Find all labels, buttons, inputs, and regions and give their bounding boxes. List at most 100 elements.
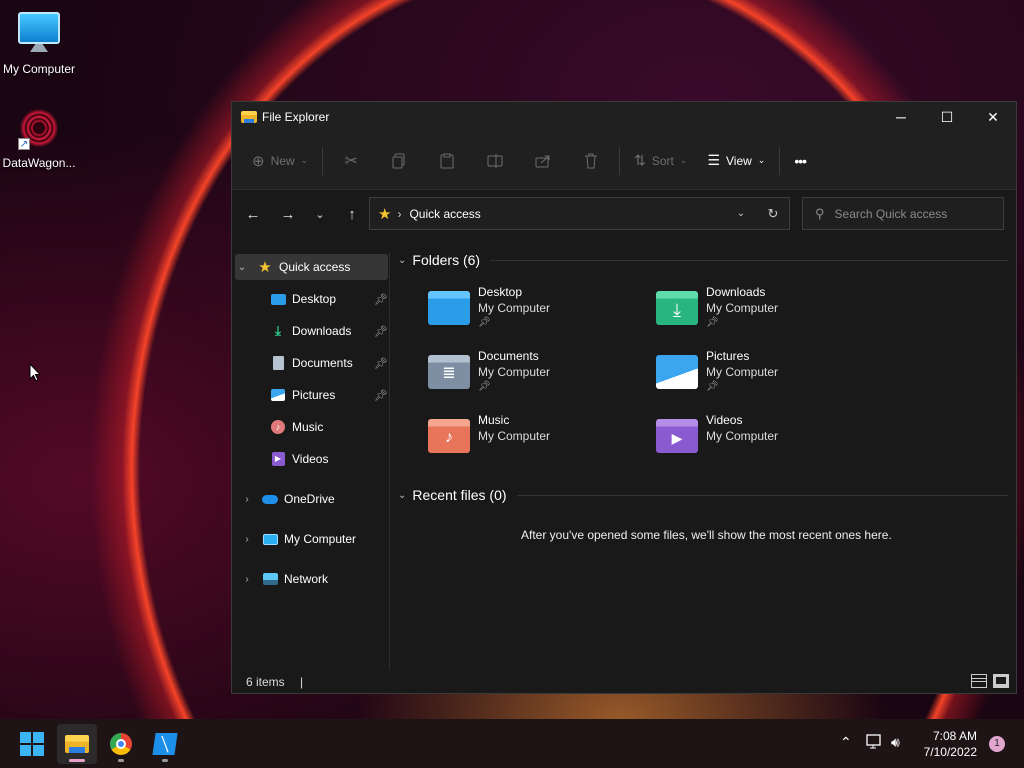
pin-icon: 📌︎ bbox=[706, 317, 719, 328]
sort-button[interactable]: ⇅ Sort ⌄ bbox=[624, 145, 697, 177]
pin-icon[interactable]: 📌︎ bbox=[374, 325, 388, 338]
chevron-down-icon: ⌄ bbox=[757, 155, 766, 165]
collapse-chevron-icon[interactable]: ⌄ bbox=[398, 490, 406, 501]
start-button[interactable] bbox=[12, 724, 52, 764]
collapse-chevron-icon[interactable]: ⌄ bbox=[398, 255, 406, 266]
network-status-icon[interactable] bbox=[866, 734, 884, 753]
collapse-chevron-icon[interactable]: ⌄ bbox=[235, 262, 249, 273]
view-label: View bbox=[726, 153, 752, 168]
folder-tile-videos[interactable]: ▶ Videos My Computer bbox=[656, 413, 876, 469]
chevron-down-icon: ⌄ bbox=[679, 155, 688, 165]
music-folder-icon: ♪ bbox=[428, 419, 470, 453]
sidebar-item-label: OneDrive bbox=[284, 492, 335, 506]
clock[interactable]: 7:08 AM 7/10/2022 bbox=[924, 728, 977, 760]
more-options-button[interactable]: ••• bbox=[784, 145, 816, 177]
sidebar-item-label: Documents bbox=[292, 356, 353, 370]
sidebar-item-quick-access[interactable]: ⌄ ★ Quick access bbox=[235, 254, 388, 280]
sidebar-item-my-computer[interactable]: › My Computer bbox=[240, 526, 388, 552]
sidebar-item-pictures[interactable]: Pictures 📌︎ bbox=[270, 382, 388, 408]
recent-files-section-header[interactable]: ⌄ Recent files (0) bbox=[398, 487, 1008, 503]
running-indicator bbox=[69, 759, 85, 762]
recent-files-empty-message: After you've opened some files, we'll sh… bbox=[521, 528, 892, 542]
desktop-icon-my-computer[interactable]: My Computer bbox=[0, 10, 78, 76]
divider bbox=[322, 146, 324, 175]
sidebar-item-onedrive[interactable]: › OneDrive bbox=[240, 486, 388, 512]
folder-location: My Computer bbox=[478, 365, 551, 379]
sort-label: Sort bbox=[651, 153, 674, 168]
folder-name: Pictures bbox=[706, 349, 750, 363]
share-button[interactable] bbox=[519, 145, 567, 177]
search-placeholder[interactable]: Search Quick access bbox=[835, 207, 948, 221]
minimize-button[interactable]: ─ bbox=[878, 102, 924, 132]
pin-icon[interactable]: 📌︎ bbox=[374, 389, 388, 402]
sidebar-item-label: Pictures bbox=[292, 388, 336, 402]
sidebar-item-label: Desktop bbox=[292, 292, 337, 306]
details-view-icon[interactable] bbox=[971, 674, 987, 688]
refresh-icon[interactable]: ↻ bbox=[757, 206, 789, 222]
taskbar-chrome[interactable] bbox=[101, 724, 141, 764]
search-box[interactable]: ⚲ Search Quick access bbox=[802, 197, 1004, 230]
documents-folder-icon: ≣ bbox=[428, 355, 470, 389]
folder-tile-documents[interactable]: ≣ Documents My Computer 📌︎ bbox=[428, 349, 648, 405]
sidebar-item-music[interactable]: ♪ Music bbox=[270, 414, 388, 440]
running-indicator bbox=[118, 759, 124, 762]
folders-section-header[interactable]: ⌄ Folders (6) bbox=[398, 252, 1008, 268]
cut-button[interactable]: ✂ bbox=[327, 145, 375, 177]
address-bar[interactable]: ★ › Quick access ⌄ ↻ bbox=[369, 197, 790, 230]
sidebar-item-downloads[interactable]: ⤓ Downloads 📌︎ bbox=[270, 318, 388, 344]
pin-icon: 📌︎ bbox=[706, 381, 719, 392]
desktop-icon bbox=[270, 291, 286, 307]
status-divider: | bbox=[300, 675, 304, 689]
expand-chevron-icon[interactable]: › bbox=[240, 534, 254, 545]
view-button[interactable]: ☰ View ⌄ bbox=[697, 145, 775, 177]
new-button[interactable]: ⊕ New ⌄ bbox=[242, 145, 318, 177]
clock-date: 7/10/2022 bbox=[923, 745, 977, 759]
command-bar: ⊕ New ⌄ ✂ ⇅ Sort ⌄ ☰ View ⌄ ••• bbox=[232, 132, 1016, 190]
rename-button[interactable] bbox=[471, 145, 519, 177]
breadcrumb-path[interactable]: Quick access bbox=[409, 207, 725, 221]
sidebar-item-desktop[interactable]: Desktop 📌︎ bbox=[270, 286, 388, 312]
taskbar: ╲ ⌃ 🔊︎ 7:08 AM 7/10/2022 1 bbox=[0, 719, 1024, 768]
trash-icon bbox=[585, 153, 598, 168]
desktop-icon-datawagon[interactable]: ↗ DataWagon... bbox=[0, 106, 78, 170]
pin-icon[interactable]: 📌︎ bbox=[374, 357, 388, 370]
folder-tile-pictures[interactable]: Pictures My Computer 📌︎ bbox=[656, 349, 876, 405]
breadcrumb-chevron-icon[interactable]: › bbox=[397, 207, 401, 221]
window-title: File Explorer bbox=[262, 110, 330, 124]
expand-chevron-icon[interactable]: › bbox=[240, 494, 254, 505]
sidebar-item-label: My Computer bbox=[284, 532, 357, 546]
paste-icon bbox=[440, 153, 454, 168]
recent-locations-chevron-icon[interactable]: ⌄ bbox=[304, 208, 336, 221]
expand-chevron-icon[interactable]: › bbox=[240, 574, 254, 585]
folder-tile-music[interactable]: ♪ Music My Computer bbox=[428, 413, 648, 469]
forward-arrow-icon[interactable]: → bbox=[272, 206, 304, 223]
title-bar[interactable]: File Explorer ─ ☐ ✕ bbox=[232, 102, 1016, 132]
folder-tile-downloads[interactable]: ⤓ Downloads My Computer 📌︎ bbox=[656, 285, 876, 341]
taskbar-datawagon[interactable]: ╲ bbox=[145, 724, 185, 764]
show-hidden-icons-chevron-icon[interactable]: ⌃ bbox=[840, 734, 852, 751]
taskbar-file-explorer[interactable] bbox=[57, 724, 97, 764]
tiles-view-icon[interactable] bbox=[993, 674, 1009, 688]
download-icon: ⤓ bbox=[275, 323, 281, 338]
copy-button[interactable] bbox=[375, 145, 423, 177]
sidebar-item-network[interactable]: › Network bbox=[240, 566, 388, 592]
close-button[interactable]: ✕ bbox=[970, 102, 1016, 132]
up-arrow-icon[interactable]: ↑ bbox=[336, 206, 368, 223]
paste-button[interactable] bbox=[423, 145, 471, 177]
folder-name: Documents bbox=[478, 349, 539, 363]
notification-badge[interactable]: 1 bbox=[989, 736, 1005, 752]
folder-name: Downloads bbox=[706, 285, 766, 299]
pin-icon[interactable]: 📌︎ bbox=[374, 293, 388, 306]
delete-button[interactable] bbox=[567, 145, 615, 177]
folder-name: Music bbox=[478, 413, 510, 427]
back-arrow-icon[interactable]: ← bbox=[237, 206, 269, 223]
sidebar-item-documents[interactable]: Documents 📌︎ bbox=[270, 350, 388, 376]
sidebar-item-videos[interactable]: ▶ Videos bbox=[270, 446, 388, 472]
mouse-cursor-icon bbox=[29, 363, 41, 382]
folder-tile-desktop[interactable]: Desktop My Computer 📌︎ bbox=[428, 285, 648, 341]
address-dropdown-icon[interactable]: ⌄ bbox=[725, 208, 757, 219]
more-icon: ••• bbox=[794, 152, 807, 169]
volume-icon[interactable]: 🔊︎ bbox=[891, 734, 900, 751]
file-explorer-window: File Explorer ─ ☐ ✕ ⊕ New ⌄ ✂ ⇅ Sort ⌄ ☰… bbox=[231, 101, 1017, 694]
maximize-button[interactable]: ☐ bbox=[924, 102, 970, 132]
